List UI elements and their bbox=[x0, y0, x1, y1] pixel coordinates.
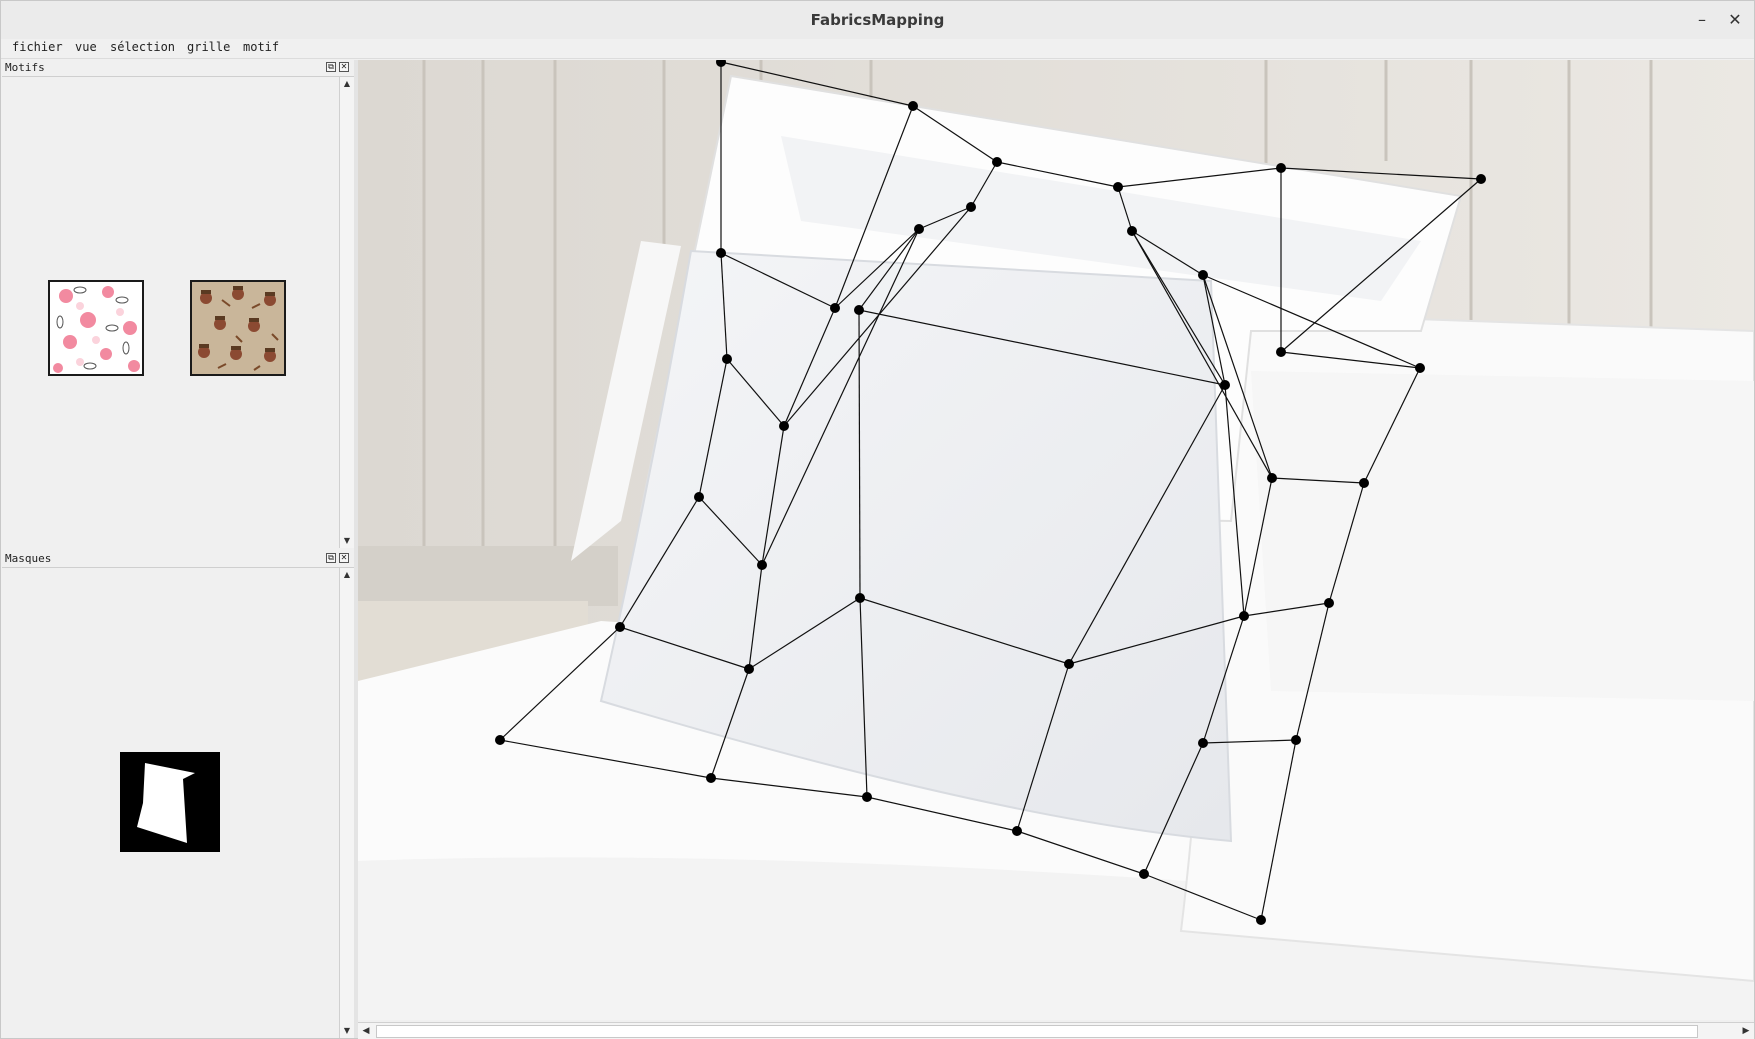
grid-control-point[interactable] bbox=[706, 773, 716, 783]
masques-scrollbar[interactable]: ▲ ▼ bbox=[339, 568, 354, 1038]
floral-pattern-icon bbox=[53, 286, 140, 373]
grid-control-point[interactable] bbox=[1113, 182, 1123, 192]
grid-control-point[interactable] bbox=[722, 354, 732, 364]
motifs-scrollbar[interactable]: ▲ ▼ bbox=[339, 77, 354, 548]
motifs-panel-title: Motifs bbox=[5, 61, 45, 74]
motifs-list: ▲ ▼ bbox=[2, 77, 354, 548]
grid-control-point[interactable] bbox=[1324, 598, 1334, 608]
scroll-down-icon[interactable]: ▼ bbox=[340, 1024, 354, 1038]
grid-control-point[interactable] bbox=[694, 492, 704, 502]
menu-selection[interactable]: sélection bbox=[110, 40, 175, 54]
grid-control-point[interactable] bbox=[1276, 163, 1286, 173]
scroll-right-icon[interactable]: ▶ bbox=[1738, 1023, 1754, 1039]
menu-vue[interactable]: vue bbox=[75, 40, 97, 54]
grid-control-point[interactable] bbox=[1139, 869, 1149, 879]
grid-control-point[interactable] bbox=[779, 421, 789, 431]
menu-fichier[interactable]: fichier bbox=[12, 40, 63, 54]
grid-control-point[interactable] bbox=[854, 305, 864, 315]
app-window: FabricsMapping – ✕ fichier vue sélection… bbox=[0, 0, 1755, 1039]
masques-panel: Masques ⧉ ✕ ▲ ▼ bbox=[2, 550, 354, 1038]
grid-control-point[interactable] bbox=[716, 248, 726, 258]
float-icon[interactable]: ⧉ bbox=[326, 553, 336, 563]
grid-control-point[interactable] bbox=[744, 664, 754, 674]
grid-control-point[interactable] bbox=[966, 202, 976, 212]
masques-panel-header[interactable]: Masques ⧉ ✕ bbox=[2, 550, 354, 568]
grid-control-point[interactable] bbox=[855, 593, 865, 603]
close-icon[interactable]: ✕ bbox=[339, 553, 349, 563]
canvas-horizontal-scrollbar[interactable]: ◀ ▶ bbox=[358, 1022, 1754, 1039]
motifs-panel-header[interactable]: Motifs ⧉ ✕ bbox=[2, 59, 354, 77]
background-photo bbox=[358, 60, 1754, 1020]
acorn-pattern-icon bbox=[198, 286, 279, 371]
motif-thumbnail-acorns[interactable] bbox=[190, 280, 286, 376]
grid-control-point[interactable] bbox=[1276, 347, 1286, 357]
motifs-panel: Motifs ⧉ ✕ ▲ ▼ bbox=[2, 59, 354, 548]
grid-control-point[interactable] bbox=[1012, 826, 1022, 836]
grid-control-point[interactable] bbox=[914, 224, 924, 234]
grid-control-point[interactable] bbox=[615, 622, 625, 632]
mask-shape-icon bbox=[137, 763, 195, 843]
grid-control-point[interactable] bbox=[757, 560, 767, 570]
masques-list: ▲ ▼ bbox=[2, 568, 354, 1038]
grid-control-point[interactable] bbox=[1198, 270, 1208, 280]
scroll-left-icon[interactable]: ◀ bbox=[358, 1023, 374, 1039]
grid-control-point[interactable] bbox=[1220, 380, 1230, 390]
grid-control-point[interactable] bbox=[830, 303, 840, 313]
close-button[interactable]: ✕ bbox=[1724, 9, 1746, 31]
window-title: FabricsMapping bbox=[810, 11, 945, 29]
scroll-up-icon[interactable]: ▲ bbox=[340, 568, 354, 582]
close-icon[interactable]: ✕ bbox=[339, 62, 349, 72]
grid-control-point[interactable] bbox=[495, 735, 505, 745]
grid-control-point[interactable] bbox=[1064, 659, 1074, 669]
grid-control-point[interactable] bbox=[1415, 363, 1425, 373]
grid-control-point[interactable] bbox=[1476, 174, 1486, 184]
minimize-button[interactable]: – bbox=[1691, 9, 1713, 31]
scroll-down-icon[interactable]: ▼ bbox=[340, 534, 354, 548]
grid-control-point[interactable] bbox=[1239, 611, 1249, 621]
grid-control-point[interactable] bbox=[992, 157, 1002, 167]
grid-control-point[interactable] bbox=[908, 101, 918, 111]
grid-control-point[interactable] bbox=[862, 792, 872, 802]
mask-thumbnail[interactable] bbox=[120, 752, 220, 852]
grid-control-point[interactable] bbox=[1291, 735, 1301, 745]
grid-control-point[interactable] bbox=[1127, 226, 1137, 236]
title-bar[interactable]: FabricsMapping – ✕ bbox=[1, 1, 1754, 40]
float-icon[interactable]: ⧉ bbox=[326, 62, 336, 72]
menu-grille[interactable]: grille bbox=[187, 40, 230, 54]
grid-control-point[interactable] bbox=[1359, 478, 1369, 488]
masques-panel-title: Masques bbox=[5, 552, 52, 565]
menu-motif[interactable]: motif bbox=[243, 40, 279, 54]
image-canvas[interactable] bbox=[358, 60, 1754, 1020]
scroll-up-icon[interactable]: ▲ bbox=[340, 77, 354, 91]
grid-control-point[interactable] bbox=[1267, 473, 1277, 483]
photo-with-grid[interactable] bbox=[358, 60, 1754, 1020]
motif-thumbnail-floral[interactable] bbox=[48, 280, 144, 376]
grid-control-point[interactable] bbox=[1198, 738, 1208, 748]
menu-bar: fichier vue sélection grille motif bbox=[1, 39, 1754, 59]
grid-control-point[interactable] bbox=[1256, 915, 1266, 925]
scrollbar-thumb[interactable] bbox=[376, 1025, 1698, 1038]
